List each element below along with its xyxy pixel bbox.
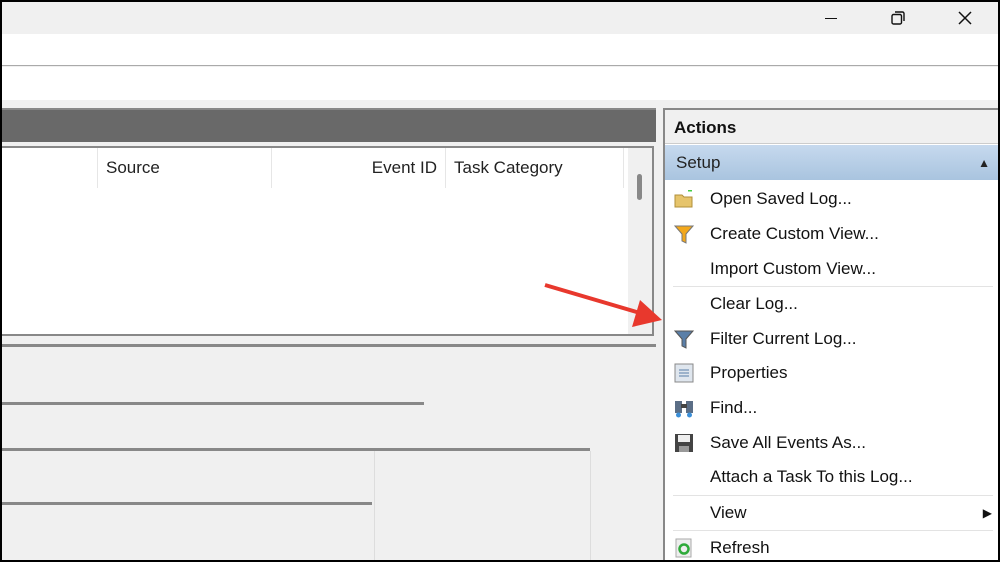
annotation-arrow-icon bbox=[544, 283, 662, 327]
